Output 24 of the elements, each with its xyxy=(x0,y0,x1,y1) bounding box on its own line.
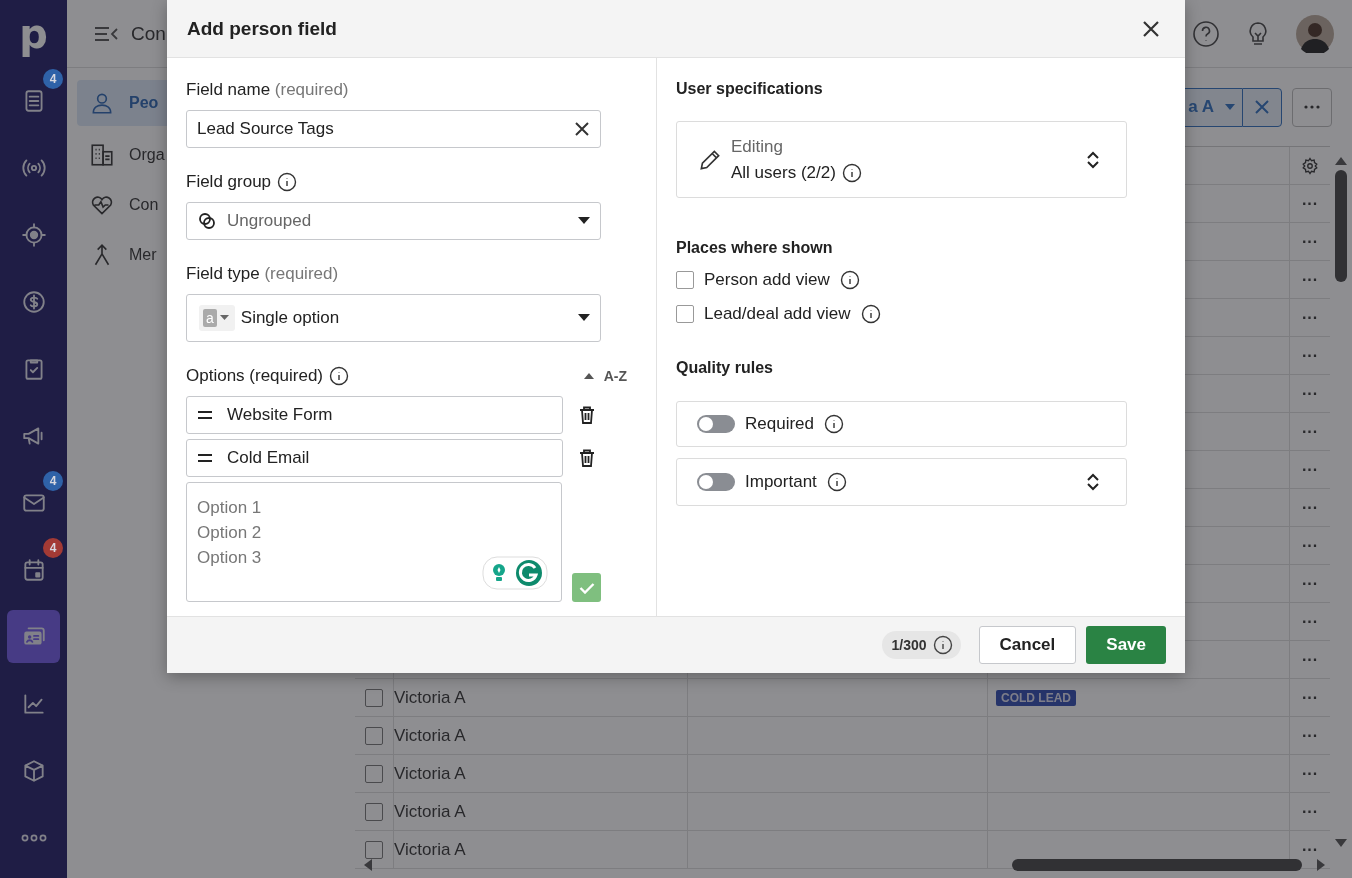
section-title: User specifications xyxy=(676,79,824,99)
count-badge: 4 xyxy=(43,69,63,89)
table-cell: Victoria A xyxy=(394,763,466,784)
table-cell: Victoria A xyxy=(394,687,466,708)
count-badge: 4 xyxy=(43,471,63,491)
field-label: Field group xyxy=(186,172,272,192)
character-counter: 1/300 xyxy=(881,631,961,659)
field-label: Field name (required) xyxy=(186,80,349,100)
table-cell: Victoria A xyxy=(394,725,466,746)
dialog-title: Add person field xyxy=(187,17,337,40)
table-cell: Victoria A xyxy=(394,801,466,822)
table-cell: Victoria A xyxy=(394,839,466,860)
section-title: Places where shown xyxy=(676,238,834,258)
toggle-label: Important xyxy=(745,472,817,492)
field-label: Options (required) xyxy=(186,366,323,386)
toggle-label: Required xyxy=(745,414,814,434)
section-title: Quality rules xyxy=(676,358,774,378)
page-title: Con xyxy=(131,22,166,45)
field-label: Field type (required) xyxy=(186,264,339,284)
permission-value: All users (2/2) xyxy=(731,162,836,183)
single-option-icon: a xyxy=(199,305,235,331)
lead-tag: COLD LEAD xyxy=(996,689,1076,706)
caption: Editing xyxy=(731,136,784,157)
count-badge: 4 xyxy=(43,538,63,558)
